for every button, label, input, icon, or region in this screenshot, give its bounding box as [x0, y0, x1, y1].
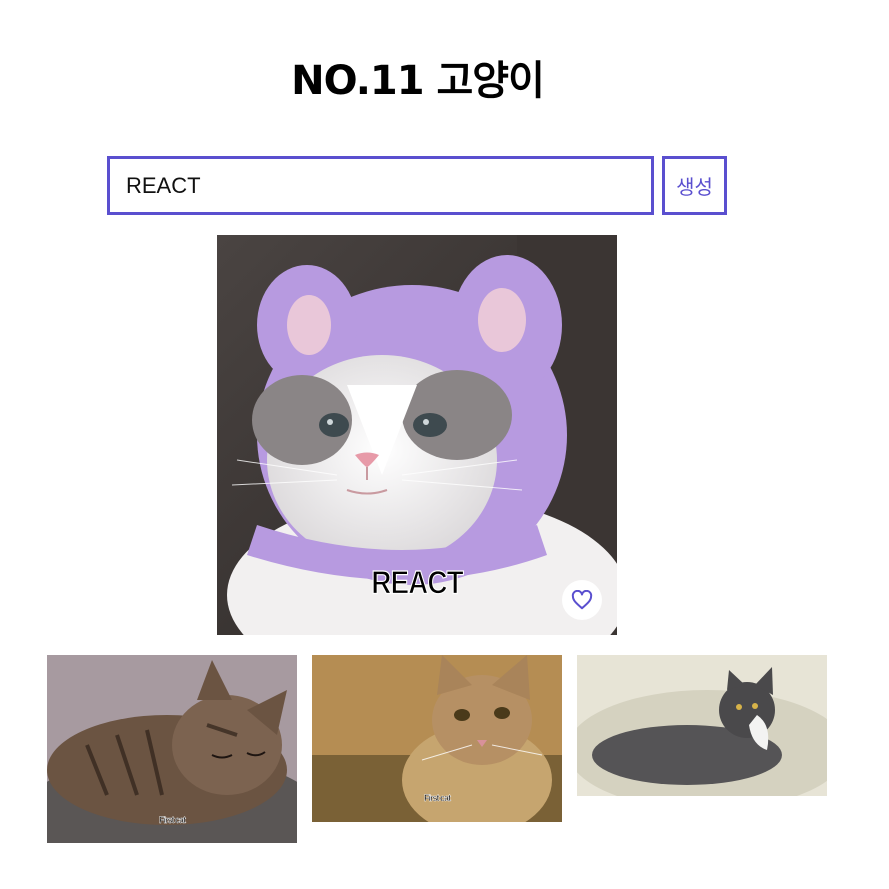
like-button[interactable]: [562, 580, 602, 620]
history-thumbnail[interactable]: First cat: [312, 655, 562, 822]
main-cat-card: REACT: [217, 235, 617, 635]
history-caption: First cat: [158, 815, 186, 825]
main-caption: REACT: [371, 564, 464, 601]
page-title: NO.11 고양이: [291, 58, 545, 104]
history-caption: First cat: [423, 793, 451, 803]
history-thumbnail[interactable]: [577, 655, 827, 796]
meme-form: 생성: [107, 156, 727, 215]
heart-outline-icon: [571, 590, 593, 610]
grey-longhair-cat-image: [577, 655, 827, 796]
caption-input[interactable]: [107, 156, 654, 215]
history-thumbnail[interactable]: First cat: [47, 655, 297, 843]
generate-button[interactable]: 생성: [662, 156, 727, 215]
